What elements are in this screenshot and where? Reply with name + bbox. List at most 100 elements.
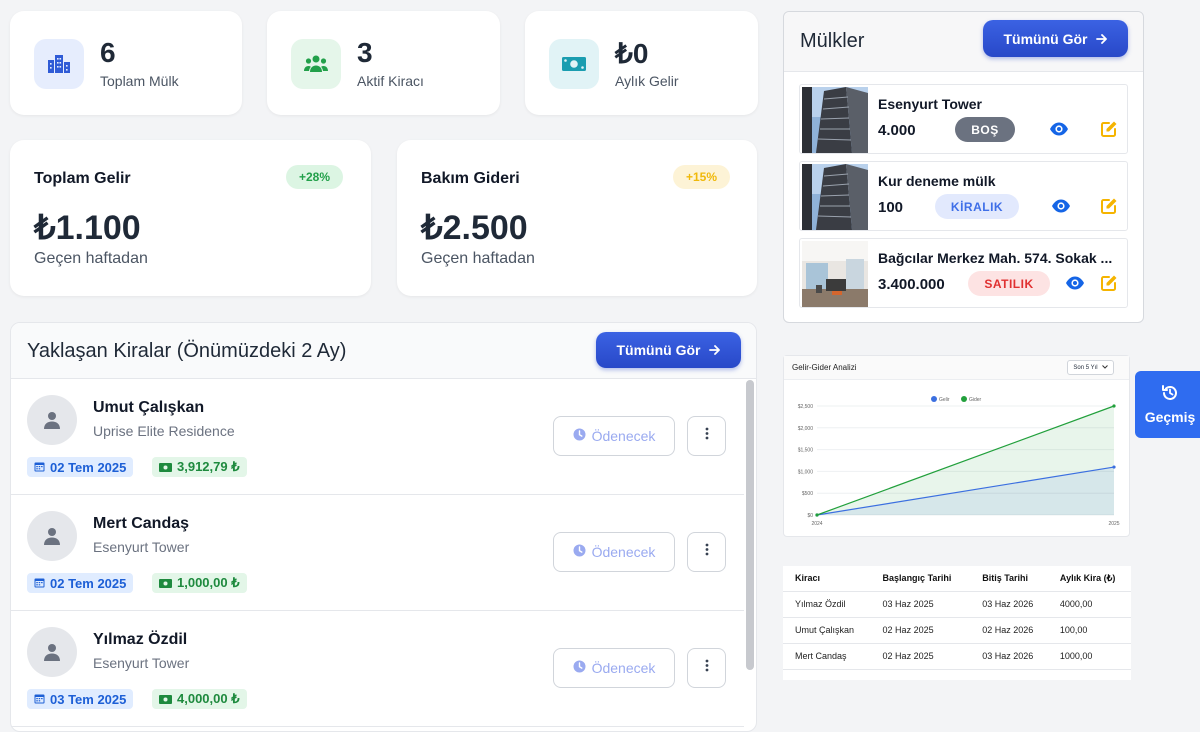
table-cell: 03 Haz 2026 bbox=[970, 591, 1048, 618]
column-header: Bitiş Tarihi bbox=[970, 566, 1048, 592]
rent-table: Kiracı Başlangıç Tarihi Bitiş Tarihi Ayl… bbox=[783, 566, 1131, 680]
clock-icon bbox=[573, 660, 586, 676]
panel-header: Yaklaşan Kiralar (Önümüzdeki 2 Ay) Tümün… bbox=[11, 323, 756, 379]
due-date-badge: 02 Tem 2025 bbox=[27, 457, 134, 477]
more-options-button[interactable] bbox=[687, 648, 726, 688]
legend-label: Gider bbox=[969, 397, 982, 403]
table-cell: Yılmaz Özdil bbox=[783, 591, 871, 618]
property-image bbox=[802, 87, 868, 153]
table-row: Umut Çalışkan 02 Haz 2025 02 Haz 2026 10… bbox=[783, 617, 1131, 644]
change-badge: +28% bbox=[286, 165, 344, 189]
income-expense-chart: Gelir-Gider Analizi Son 5 Yıl $0 $500 $1,0… bbox=[783, 355, 1130, 537]
money-icon bbox=[159, 460, 172, 475]
more-options-button[interactable] bbox=[687, 416, 726, 456]
property-item: Kur deneme mülk 100 KİRALIK bbox=[799, 161, 1128, 231]
edit-icon[interactable] bbox=[1100, 120, 1118, 138]
card-title: Bakım Gideri bbox=[421, 170, 520, 187]
payment-status-button[interactable]: Ödenecek bbox=[553, 416, 675, 456]
property-name: Bağcılar Merkez Mah. 574. Sokak ... bbox=[878, 250, 1113, 266]
card-amount: ₺1.100 bbox=[34, 209, 141, 247]
arrow-right-icon bbox=[1095, 31, 1108, 47]
properties-panel: Mülkler Tümünü Gör Esenyurt Tower 4.000 … bbox=[783, 11, 1144, 323]
property-item: Bağcılar Merkez Mah. 574. Sokak ... 3.40… bbox=[799, 238, 1128, 308]
property-name: Esenyurt Tower bbox=[93, 655, 190, 671]
scrollbar[interactable] bbox=[746, 380, 754, 670]
more-vertical-icon bbox=[705, 543, 709, 561]
stat-card-tenants: 3 Aktif Kiracı bbox=[267, 11, 500, 115]
view-all-button[interactable]: Tümünü Gör bbox=[983, 20, 1128, 57]
list-item: Yılmaz Özdil Esenyurt Tower 03 Tem 2025 … bbox=[11, 611, 744, 727]
table-cell: 03 Haz 2025 bbox=[870, 591, 971, 618]
card-amount: ₺2.500 bbox=[421, 209, 528, 247]
x-tick-label: 2025 bbox=[1108, 521, 1119, 527]
property-image bbox=[802, 241, 868, 307]
view-icon[interactable] bbox=[1049, 120, 1069, 138]
legend-marker bbox=[961, 396, 967, 402]
stat-label: Aktif Kiracı bbox=[357, 73, 424, 89]
payment-status-button[interactable]: Ödenecek bbox=[553, 532, 675, 572]
maintenance-cost-card: Bakım Gideri +15% ₺2.500 Geçen haftadan bbox=[397, 140, 757, 296]
tenant-name: Mert Candaş bbox=[93, 515, 190, 532]
stat-value: 6 bbox=[100, 37, 116, 68]
payment-status-button[interactable]: Ödenecek bbox=[553, 648, 675, 688]
period-select[interactable]: Son 5 Yıl bbox=[1067, 360, 1114, 375]
money-icon bbox=[159, 692, 172, 707]
status-badge: SATILIK bbox=[968, 271, 1050, 296]
data-point bbox=[1112, 404, 1116, 408]
property-name: Esenyurt Tower bbox=[93, 539, 190, 555]
table-cell: 02 Haz 2026 bbox=[970, 617, 1048, 644]
view-all-button[interactable]: Tümünü Gör bbox=[596, 332, 741, 368]
due-date: 02 Tem 2025 bbox=[50, 459, 127, 475]
chart-title: Gelir-Gider Analizi bbox=[792, 363, 857, 372]
total-income-card: Toplam Gelir +28% ₺1.100 Geçen haftadan bbox=[10, 140, 371, 296]
more-options-button[interactable] bbox=[687, 532, 726, 572]
history-label: Geçmiş bbox=[1144, 409, 1196, 425]
due-date: 02 Tem 2025 bbox=[50, 575, 127, 591]
status-badge: KİRALIK bbox=[935, 194, 1019, 219]
history-button[interactable]: Geçmiş bbox=[1135, 371, 1200, 438]
view-icon[interactable] bbox=[1065, 274, 1085, 292]
user-icon bbox=[27, 627, 77, 677]
amount-badge: 1,000,00 ₺ bbox=[152, 573, 247, 593]
data-point bbox=[815, 513, 819, 517]
rent-amount: 3,912,79 ₺ bbox=[177, 459, 240, 474]
users-icon bbox=[291, 39, 341, 89]
chart-header: Gelir-Gider Analizi Son 5 Yıl bbox=[784, 356, 1129, 380]
property-name: Uprise Elite Residence bbox=[93, 423, 235, 439]
panel-header: Mülkler Tümünü Gör bbox=[784, 12, 1143, 72]
list-item: Umut Çalışkan Uprise Elite Residence 02 … bbox=[11, 379, 744, 495]
tenant-name: Umut Çalışkan bbox=[93, 399, 205, 416]
rent-amount: 4,000,00 ₺ bbox=[177, 691, 240, 706]
table-cell: 02 Haz 2025 bbox=[870, 617, 971, 644]
due-date-badge: 02 Tem 2025 bbox=[27, 573, 134, 593]
more-vertical-icon bbox=[705, 427, 709, 445]
data-point bbox=[1112, 465, 1116, 469]
building-icon bbox=[34, 39, 84, 89]
user-icon bbox=[27, 511, 77, 561]
list-item: Mert Candaş Esenyurt Tower 02 Tem 2025 1… bbox=[11, 495, 744, 611]
y-tick-label: $2,000 bbox=[798, 426, 814, 432]
column-header: Kiracı bbox=[783, 566, 871, 592]
table-cell: Umut Çalışkan bbox=[783, 617, 871, 644]
chevron-down-icon bbox=[1101, 364, 1108, 371]
clock-icon bbox=[573, 428, 586, 444]
period-label: Son 5 Yıl bbox=[1073, 364, 1098, 371]
property-name: Esenyurt Tower bbox=[878, 96, 982, 112]
stat-card-properties: 6 Toplam Mülk bbox=[10, 11, 242, 115]
money-icon bbox=[159, 576, 172, 591]
table-cell: Mert Candaş bbox=[783, 643, 871, 670]
property-image bbox=[802, 164, 868, 230]
more-vertical-icon bbox=[705, 659, 709, 677]
amount-badge: 3,912,79 ₺ bbox=[152, 457, 247, 477]
card-subtitle: Geçen haftadan bbox=[34, 250, 148, 267]
table-header-row: Kiracı Başlangıç Tarihi Bitiş Tarihi Ayl… bbox=[783, 566, 1131, 592]
due-date-badge: 03 Tem 2025 bbox=[27, 689, 134, 709]
status-badge: BOŞ bbox=[955, 117, 1015, 142]
edit-icon[interactable] bbox=[1100, 274, 1118, 292]
edit-icon[interactable] bbox=[1100, 197, 1118, 215]
table-cell: 1000,00 bbox=[1047, 643, 1131, 670]
clock-icon bbox=[573, 544, 586, 560]
property-price: 100 bbox=[878, 199, 904, 216]
tenant-name: Yılmaz Özdil bbox=[93, 631, 188, 648]
view-icon[interactable] bbox=[1051, 197, 1071, 215]
